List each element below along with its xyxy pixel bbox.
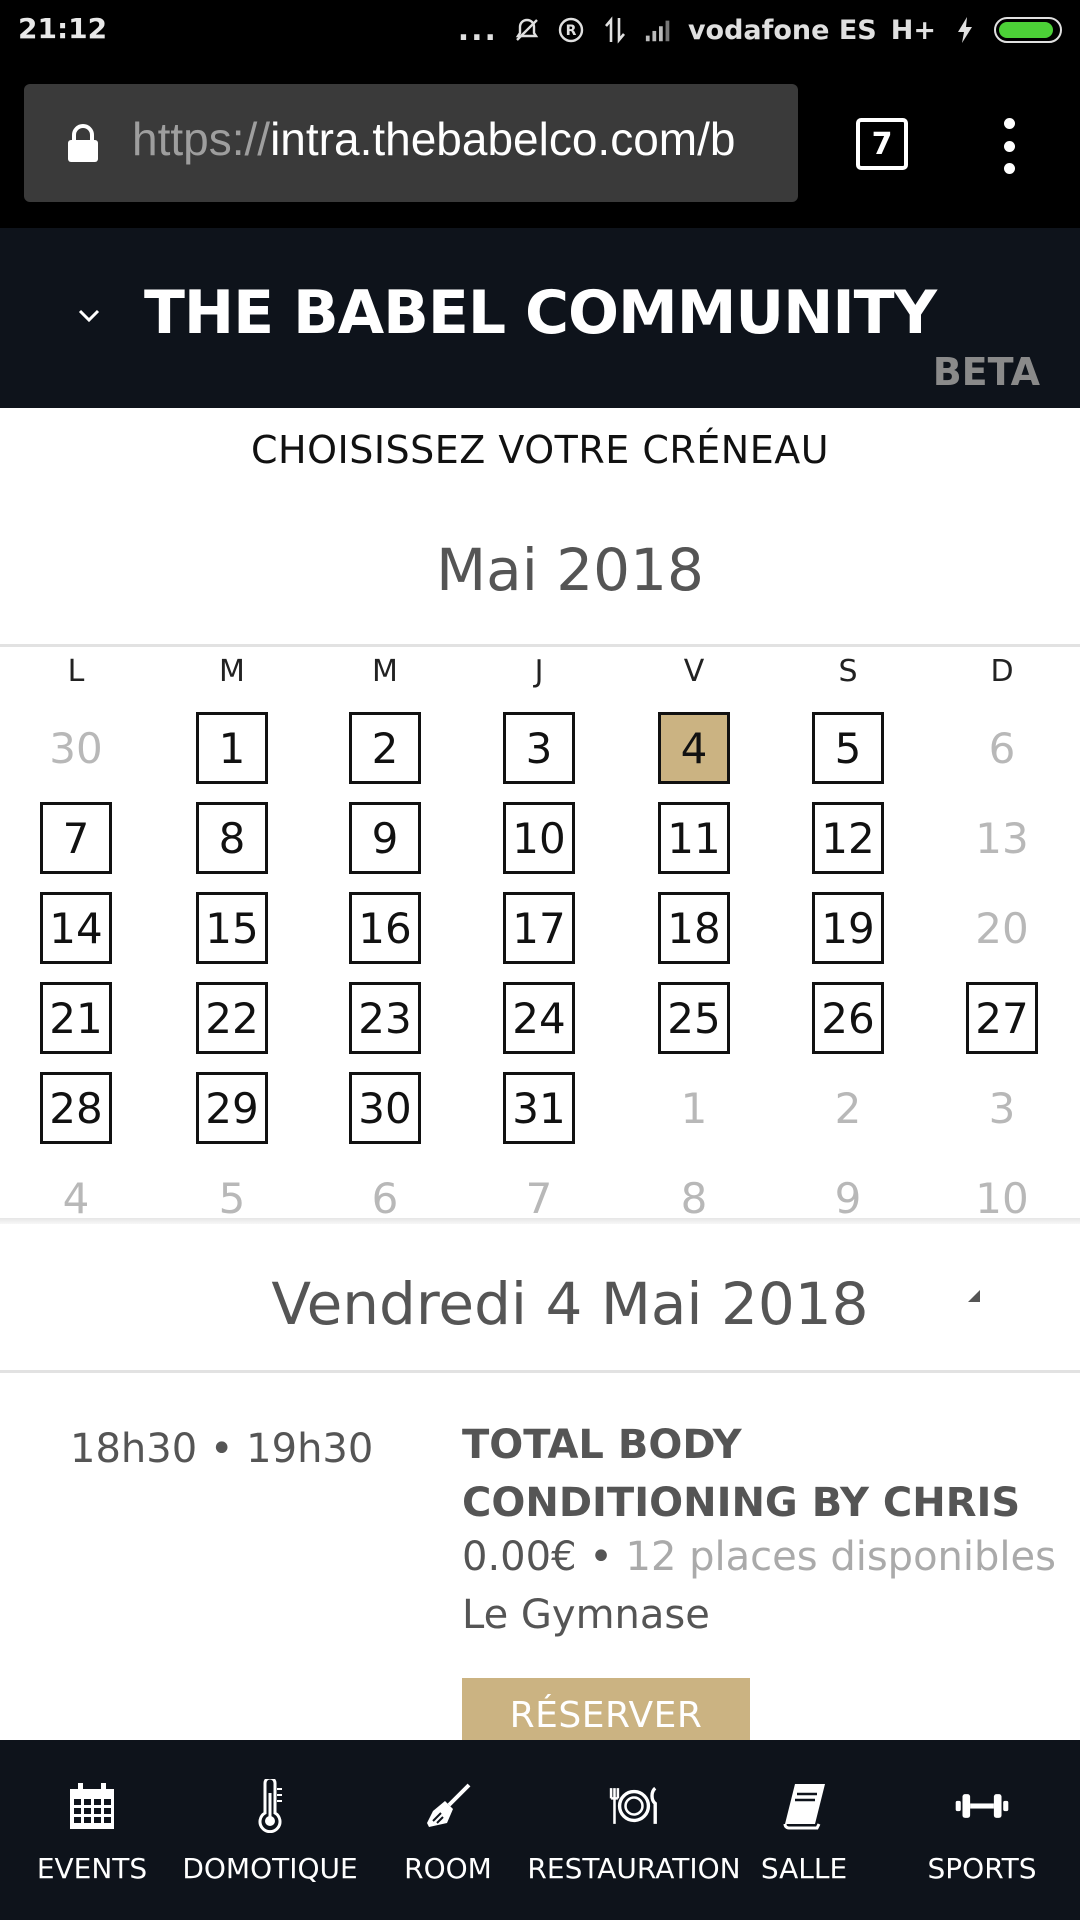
calendar-day[interactable]: 14 — [40, 892, 112, 964]
browser-menu-icon[interactable] — [996, 118, 1022, 174]
nav-label: RESTAURATION — [527, 1852, 741, 1885]
bottom-nav: EVENTS DOMOTIQUE ROOM RESTAURATION SALLE… — [0, 1740, 1080, 1920]
nav-label: ROOM — [404, 1852, 492, 1885]
calendar-day[interactable]: 29 — [196, 1072, 268, 1144]
lock-icon — [66, 124, 100, 164]
browser-toolbar: https://intra.thebabelco.com/b 7 — [0, 62, 1080, 228]
weekday-label: S — [838, 654, 858, 689]
notification-dots: ... — [457, 12, 498, 48]
nav-item-events[interactable]: EVENTS — [32, 1740, 152, 1920]
weekday-label: J — [534, 654, 544, 689]
battery-icon — [994, 17, 1062, 43]
nav-item-salle[interactable]: SALLE — [754, 1740, 854, 1920]
calendar-day[interactable]: 1 — [196, 712, 268, 784]
calendar-day-disabled: 3 — [988, 1083, 1016, 1133]
tab-switcher-button[interactable]: 7 — [856, 118, 908, 170]
calendar-day[interactable]: 5 — [812, 712, 884, 784]
calendar-day[interactable]: 15 — [196, 892, 268, 964]
event-price: 0.00€ • — [462, 1534, 613, 1580]
calendar-day[interactable]: 12 — [812, 802, 884, 874]
calendar-day-disabled: 2 — [834, 1083, 862, 1133]
carrier-name: vodafone ES — [687, 14, 877, 46]
calendar-day-disabled: 13 — [975, 813, 1029, 863]
nav-label: DOMOTIQUE — [182, 1852, 358, 1885]
weekday-label: L — [67, 654, 85, 689]
status-time: 21:12 — [18, 12, 108, 45]
url-scheme: https:// — [132, 113, 271, 165]
calendar-day[interactable]: 3 — [503, 712, 575, 784]
calendar-day[interactable]: 23 — [349, 982, 421, 1054]
event-meta: 0.00€ • 12 places disponibles — [462, 1534, 1056, 1580]
charging-bolt-icon — [950, 15, 980, 45]
calendar-day-disabled: 20 — [975, 903, 1029, 953]
calendar-day[interactable]: 31 — [503, 1072, 575, 1144]
calendar-day-selected[interactable]: 4 — [658, 712, 730, 784]
url-host: intra.thebabelco.com/b — [270, 113, 736, 165]
app-header: THE BABEL COMMUNITY BETA — [0, 228, 1080, 408]
calendar-day[interactable]: 21 — [40, 982, 112, 1054]
calendar-day-disabled: 30 — [49, 723, 103, 773]
calendar-day[interactable]: 28 — [40, 1072, 112, 1144]
mute-bell-icon — [512, 15, 542, 45]
calendar-day[interactable]: 11 — [658, 802, 730, 874]
calendar-day[interactable]: 27 — [966, 982, 1038, 1054]
calendar-day[interactable]: 26 — [812, 982, 884, 1054]
calendar-day-disabled: 6 — [988, 723, 1016, 773]
roaming-r-icon: R — [556, 15, 586, 45]
signal-icon — [644, 15, 674, 45]
divider — [0, 1370, 1080, 1373]
calendar-month: Mai 2018 — [436, 536, 704, 604]
calendar-bottom-shadow — [0, 1218, 1080, 1224]
status-bar: 21:12 ... R vodafone ES H+ — [0, 0, 1080, 62]
svg-text:R: R — [566, 23, 577, 39]
event-location: Le Gymnase — [462, 1592, 710, 1638]
nav-item-restauration[interactable]: RESTAURATION — [527, 1740, 741, 1920]
address-bar[interactable]: https://intra.thebabelco.com/b — [24, 84, 798, 202]
calendar-day[interactable]: 7 — [40, 802, 112, 874]
dumbbell-icon — [954, 1778, 1010, 1834]
nav-item-room[interactable]: ROOM — [398, 1740, 498, 1920]
calendar-day[interactable]: 24 — [503, 982, 575, 1054]
page-subtitle: CHOISISSEZ VOTRE CRÉNEAU — [250, 428, 830, 472]
calendar-icon — [64, 1778, 120, 1834]
calendar-day[interactable]: 17 — [503, 892, 575, 964]
calendar-day[interactable]: 19 — [812, 892, 884, 964]
calendar-day[interactable]: 8 — [196, 802, 268, 874]
url-text[interactable]: https://intra.thebabelco.com/b — [132, 112, 735, 166]
beta-badge: BETA — [932, 350, 1040, 394]
calendar-day[interactable]: 10 — [503, 802, 575, 874]
event-time: 18h30 • 19h30 — [70, 1426, 374, 1472]
app-title: THE BABEL COMMUNITY — [143, 278, 937, 348]
thermometer-icon — [242, 1778, 298, 1834]
calendar-day[interactable]: 22 — [196, 982, 268, 1054]
selected-day-label: Vendredi 4 Mai 2018 — [271, 1270, 869, 1338]
weekday-label: V — [683, 654, 705, 689]
network-type: H+ — [890, 14, 936, 46]
event-places: 12 places disponibles — [625, 1534, 1056, 1580]
weekday-label: M — [372, 654, 398, 689]
data-arrows-icon — [600, 15, 630, 45]
nav-label: SALLE — [760, 1852, 848, 1885]
book-icon — [776, 1778, 832, 1834]
calendar-day[interactable]: 25 — [658, 982, 730, 1054]
status-icons: ... R vodafone ES H+ — [458, 10, 1062, 50]
nav-label: EVENTS — [36, 1852, 148, 1885]
calendar-day[interactable]: 9 — [349, 802, 421, 874]
weekday-label: M — [219, 654, 245, 689]
calendar-day[interactable]: 2 — [349, 712, 421, 784]
broom-icon — [420, 1778, 476, 1834]
event-title: TOTAL BODY CONDITIONING BY CHRIS — [462, 1422, 1021, 1526]
nav-label: SPORTS — [927, 1852, 1037, 1885]
calendar-day[interactable]: 16 — [349, 892, 421, 964]
weekday-label: D — [990, 654, 1014, 689]
divider — [0, 644, 1080, 647]
nav-item-domotique[interactable]: DOMOTIQUE — [182, 1740, 358, 1920]
calendar-day[interactable]: 18 — [658, 892, 730, 964]
nav-item-sports[interactable]: SPORTS — [922, 1740, 1042, 1920]
dining-icon — [606, 1778, 662, 1834]
collapse-caret-icon[interactable] — [962, 1286, 982, 1306]
calendar-day-disabled: 1 — [680, 1083, 708, 1133]
selected-day-header[interactable]: Vendredi 4 Mai 2018 — [0, 1226, 1080, 1372]
calendar-day[interactable]: 30 — [349, 1072, 421, 1144]
